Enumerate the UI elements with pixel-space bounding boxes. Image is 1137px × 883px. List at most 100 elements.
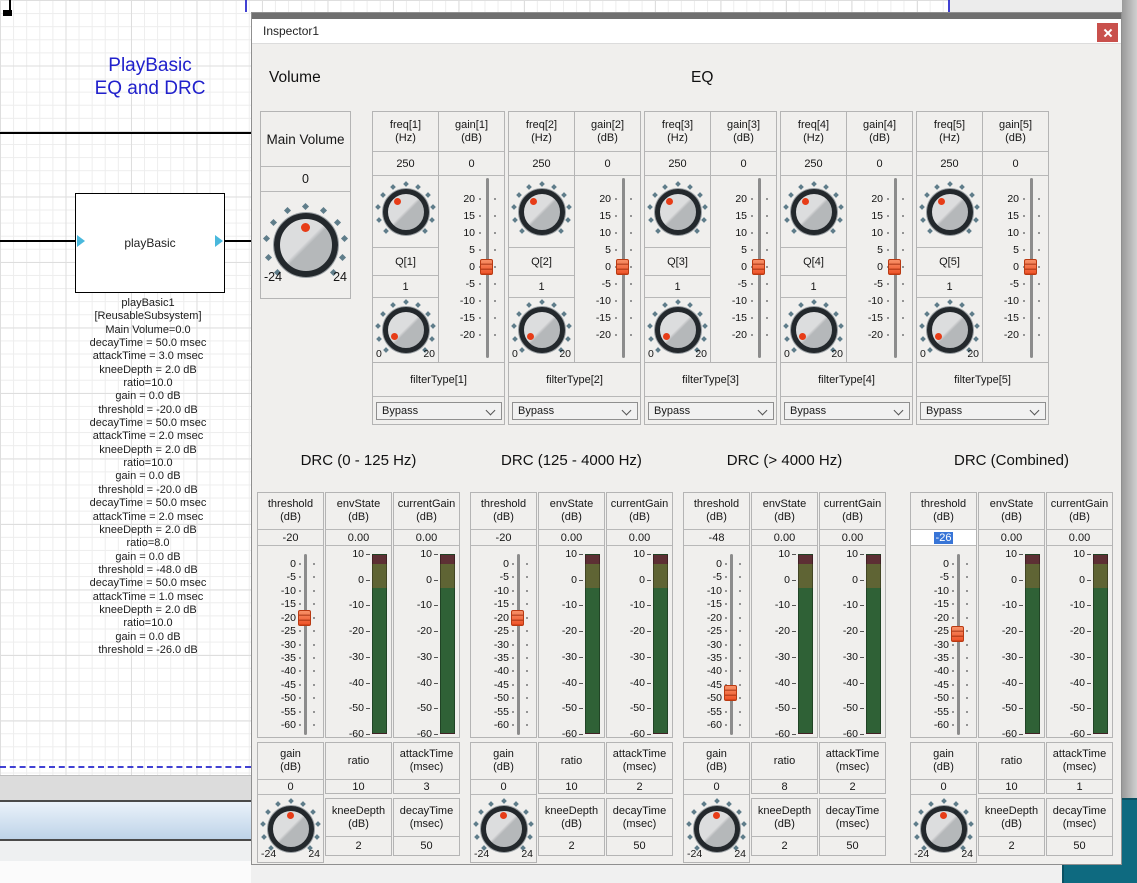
threshold-value[interactable]: -26 [911, 530, 976, 546]
freq-knob-cell[interactable] [645, 176, 710, 248]
tick-mark [299, 670, 301, 672]
attacktime-value[interactable]: 2 [607, 780, 672, 793]
chevron-down-icon [894, 406, 904, 416]
gain-knob-cell[interactable]: -24 24 [911, 795, 976, 862]
q-value[interactable]: 1 [645, 276, 710, 298]
threshold-slider[interactable]: 0-5-10-15-20-25-30-35-40-45-50-55-60 [684, 546, 749, 737]
q-value[interactable]: 1 [509, 276, 574, 298]
gain-slider[interactable]: 20151050-5-10-15-20 [847, 176, 912, 362]
decaytime-value[interactable]: 50 [1047, 837, 1112, 855]
slider-handle[interactable] [480, 259, 493, 275]
gain-slider[interactable]: 20151050-5-10-15-20 [439, 176, 504, 362]
threshold-slider[interactable]: 0-5-10-15-20-25-30-35-40-45-50-55-60 [911, 546, 976, 737]
slider-handle[interactable] [724, 685, 737, 701]
freq-knob[interactable] [783, 181, 845, 243]
meter-bar [798, 554, 813, 734]
filter-type-select[interactable]: Bypass [512, 402, 638, 420]
slider-handle[interactable] [1024, 259, 1037, 275]
freq-knob-cell[interactable] [781, 176, 846, 248]
q-knob-cell[interactable]: 0 20 [509, 298, 574, 362]
gain-value[interactable]: 0 [439, 152, 504, 176]
freq-knob[interactable] [919, 181, 981, 243]
q-knob-cell[interactable]: 0 20 [781, 298, 846, 362]
gain-value[interactable]: 0 [911, 780, 976, 795]
ratio-label: ratio [326, 743, 391, 780]
titlebar[interactable]: Inspector1 [252, 19, 1121, 44]
close-button[interactable] [1097, 23, 1118, 42]
slider-handle[interactable] [951, 626, 964, 642]
gain-value[interactable]: 0 [575, 152, 640, 176]
filter-type-box: filterType[1] Bypass [372, 362, 505, 425]
gain-value[interactable]: 0 [847, 152, 912, 176]
q-knob-cell[interactable]: 0 20 [373, 298, 438, 362]
threshold-value[interactable]: -20 [258, 530, 323, 546]
gain-value[interactable]: 0 [983, 152, 1048, 176]
kneedepth-value[interactable]: 2 [752, 837, 817, 855]
freq-value[interactable]: 250 [781, 152, 846, 176]
kneedepth-value[interactable]: 2 [326, 837, 391, 855]
filter-type-select[interactable]: Bypass [376, 402, 502, 420]
freq-value[interactable]: 250 [509, 152, 574, 176]
decaytime-value[interactable]: 50 [607, 837, 672, 855]
gain-slider[interactable]: 20151050-5-10-15-20 [575, 176, 640, 362]
freq-knob[interactable] [511, 181, 573, 243]
tick-label: -10 [394, 599, 432, 611]
gain-knob-cell[interactable]: -24 24 [471, 795, 536, 862]
gain-knob-cell[interactable]: -24 24 [684, 795, 749, 862]
gain-value[interactable]: 0 [471, 780, 536, 795]
gain-value[interactable]: 0 [258, 780, 323, 795]
annotation-line: ratio=10.0 [20, 617, 276, 630]
scrollbar-shadow-strip[interactable] [1122, 0, 1137, 883]
freq-knob-cell[interactable] [917, 176, 982, 248]
tick-mark [366, 580, 370, 581]
slider-handle[interactable] [752, 259, 765, 275]
ratio-value[interactable]: 10 [326, 780, 391, 793]
attacktime-value[interactable]: 2 [820, 780, 885, 793]
gain-slider[interactable]: 20151050-5-10-15-20 [711, 176, 776, 362]
slider-handle[interactable] [616, 259, 629, 275]
eq-gain-column: gain[2](dB) 0 20151050-5-10-15-20 [574, 111, 641, 363]
freq-knob[interactable] [647, 181, 709, 243]
freq-value[interactable]: 250 [373, 152, 438, 176]
ratio-value[interactable]: 8 [752, 780, 817, 793]
freq-knob[interactable] [375, 181, 437, 243]
gain-slider[interactable]: 20151050-5-10-15-20 [983, 176, 1048, 362]
q-value[interactable]: 1 [373, 276, 438, 298]
gain-value[interactable]: 0 [711, 152, 776, 176]
tick-mark [725, 617, 727, 619]
main-volume-knob-cell[interactable]: -24 24 [261, 192, 350, 298]
q-value[interactable]: 1 [917, 276, 982, 298]
q-knob-cell[interactable]: 0 20 [917, 298, 982, 362]
decaytime-value[interactable]: 50 [394, 837, 459, 855]
filter-type-select[interactable]: Bypass [920, 402, 1046, 420]
envstate-column: envState(dB) 0.00 100-10-20-30-40-50-60 [325, 492, 392, 738]
kneedepth-value[interactable]: 2 [979, 837, 1044, 855]
freq-knob-cell[interactable] [373, 176, 438, 248]
tick-label: -45 [684, 679, 722, 691]
threshold-value[interactable]: -48 [684, 530, 749, 546]
filter-type-select[interactable]: Bypass [648, 402, 774, 420]
freq-knob-cell[interactable] [509, 176, 574, 248]
q-value[interactable]: 1 [781, 276, 846, 298]
threshold-slider[interactable]: 0-5-10-15-20-25-30-35-40-45-50-55-60 [471, 546, 536, 737]
attacktime-value[interactable]: 1 [1047, 780, 1112, 793]
main-volume-value[interactable]: 0 [261, 167, 350, 192]
attacktime-value[interactable]: 3 [394, 780, 459, 793]
ratio-value[interactable]: 10 [979, 780, 1044, 793]
freq-value[interactable]: 250 [917, 152, 982, 176]
filter-type-select[interactable]: Bypass [784, 402, 910, 420]
tick-label: -50 [258, 692, 296, 704]
threshold-value[interactable]: -20 [471, 530, 536, 546]
freq-value[interactable]: 250 [645, 152, 710, 176]
kneedepth-value[interactable]: 2 [539, 837, 604, 855]
slider-handle[interactable] [511, 610, 524, 626]
gain-value[interactable]: 0 [684, 780, 749, 795]
playbasic-block[interactable]: playBasic [75, 193, 225, 293]
q-knob-cell[interactable]: 0 20 [645, 298, 710, 362]
slider-handle[interactable] [888, 259, 901, 275]
threshold-slider[interactable]: 0-5-10-15-20-25-30-35-40-45-50-55-60 [258, 546, 323, 737]
slider-handle[interactable] [298, 610, 311, 626]
decaytime-value[interactable]: 50 [820, 837, 885, 855]
gain-knob-cell[interactable]: -24 24 [258, 795, 323, 862]
ratio-value[interactable]: 10 [539, 780, 604, 793]
